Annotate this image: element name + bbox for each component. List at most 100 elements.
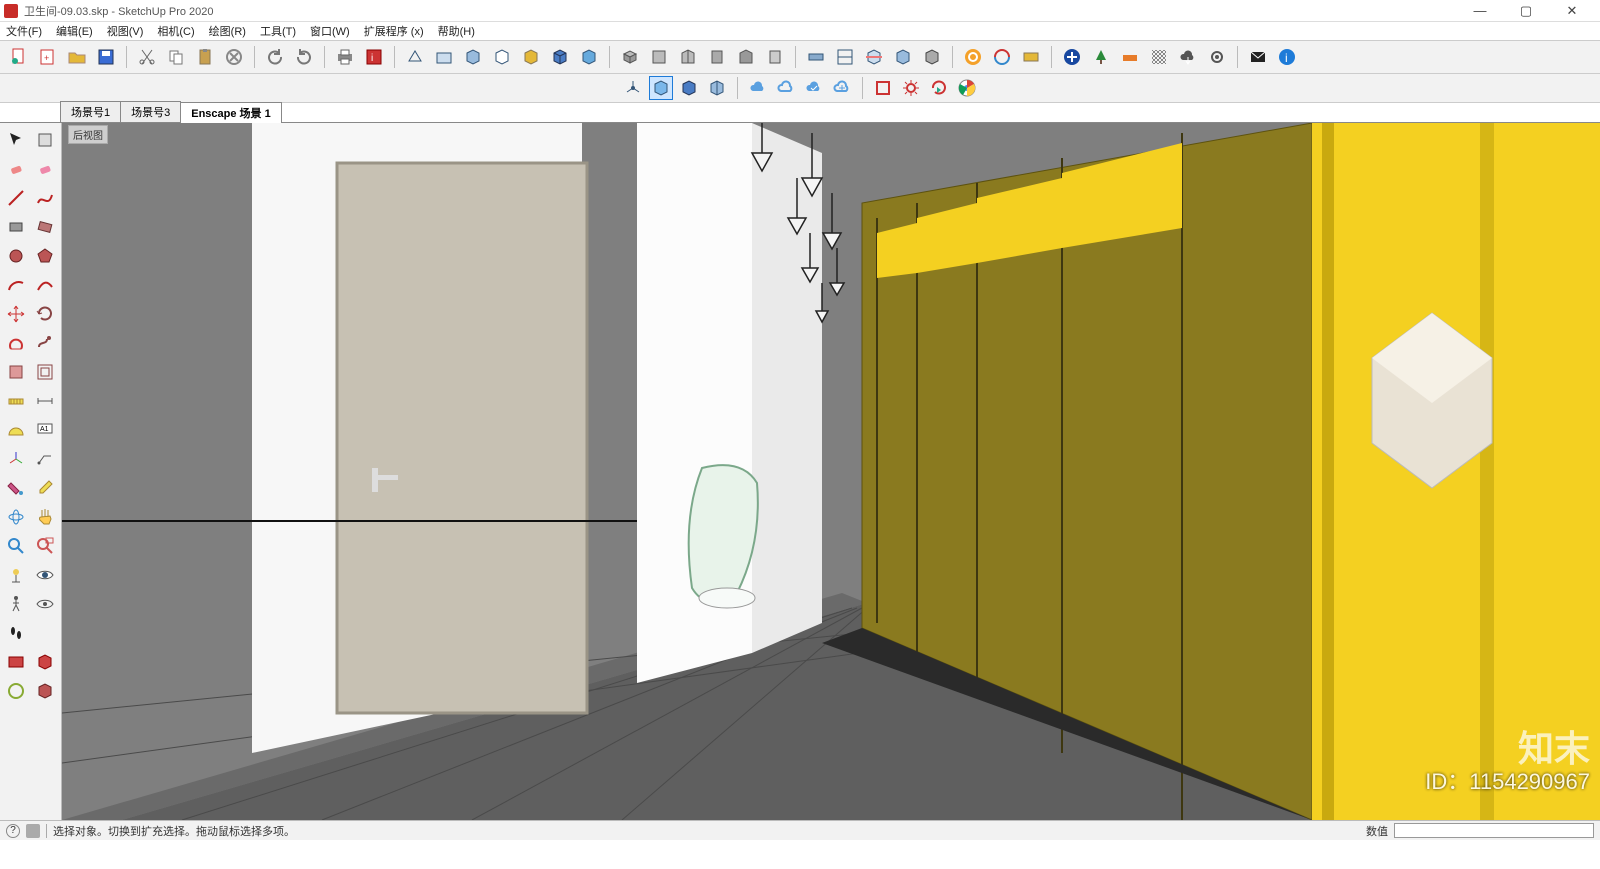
ext-d-icon[interactable] [32,678,58,704]
freehand-icon[interactable] [32,185,58,211]
line-icon[interactable] [3,185,29,211]
tape-icon[interactable] [3,388,29,414]
enscape-start-icon[interactable] [989,44,1015,70]
footprints-icon[interactable] [3,620,29,646]
undo-icon[interactable] [262,44,288,70]
style-hidden-icon[interactable] [431,44,457,70]
followme-icon[interactable] [32,330,58,356]
chrome-icon[interactable] [955,76,979,100]
vray-add-icon[interactable] [1059,44,1085,70]
new-file-icon[interactable] [6,44,32,70]
info-icon[interactable]: i [1274,44,1300,70]
menu-file[interactable]: 文件(F) [6,23,42,39]
enscape-sync-icon[interactable] [960,44,986,70]
eraser-1-icon[interactable] [3,156,29,182]
pan-icon[interactable] [32,504,58,530]
front-icon[interactable] [675,44,701,70]
paste-icon[interactable] [192,44,218,70]
cloud-a-icon[interactable] [746,76,770,100]
section-profile-icon[interactable] [919,44,945,70]
minimize-button[interactable]: — [1466,3,1494,19]
face-front-icon[interactable] [649,76,673,100]
component-icon[interactable] [32,127,58,153]
pushpull-icon[interactable] [3,330,29,356]
eraser-2-icon[interactable] [32,156,58,182]
polygon-icon[interactable] [32,243,58,269]
menu-extensions[interactable]: 扩展程序 (x) [364,23,424,39]
user-icon[interactable] [26,824,40,838]
menu-camera[interactable]: 相机(C) [157,23,194,39]
offset-icon[interactable] [32,359,58,385]
move-icon[interactable] [3,301,29,327]
orbit-icon[interactable] [3,504,29,530]
dimension-icon[interactable] [32,388,58,414]
menu-window[interactable]: 窗口(W) [310,23,350,39]
cloud-c-icon[interactable] [802,76,826,100]
section-display-icon[interactable] [832,44,858,70]
rotate-icon[interactable] [32,301,58,327]
new-template-icon[interactable]: + [35,44,61,70]
rot-rect-icon[interactable] [32,214,58,240]
arc-icon[interactable] [3,272,29,298]
vray-light-icon[interactable] [1117,44,1143,70]
top-icon[interactable] [646,44,672,70]
open-file-icon[interactable] [64,44,90,70]
label-icon[interactable] [32,446,58,472]
text-icon[interactable]: A1 [32,417,58,443]
ext-a-icon[interactable] [3,649,29,675]
cloud-b-icon[interactable] [774,76,798,100]
iso-icon[interactable] [617,44,643,70]
vray-tree-icon[interactable] [1088,44,1114,70]
rect-icon[interactable] [3,214,29,240]
paint-icon[interactable] [3,475,29,501]
axis-style-icon[interactable] [621,76,645,100]
section-cut-icon[interactable] [861,44,887,70]
menu-view[interactable]: 视图(V) [107,23,144,39]
vray-mat-icon[interactable] [1146,44,1172,70]
style-wire-icon[interactable] [402,44,428,70]
left-icon[interactable] [762,44,788,70]
print-icon[interactable] [332,44,358,70]
scene-tab-1[interactable]: 场景号1 [60,101,121,122]
menu-tools[interactable]: 工具(T) [260,23,296,39]
style-xray-icon[interactable] [547,44,573,70]
face-back-icon[interactable] [677,76,701,100]
look-icon[interactable] [32,562,58,588]
axes-icon[interactable] [3,446,29,472]
vray-settings-icon[interactable] [1204,44,1230,70]
scene-tab-3[interactable]: Enscape 场景 1 [180,102,281,123]
bbox-icon[interactable] [871,76,895,100]
vray-cloud-icon[interactable] [1175,44,1201,70]
sample-icon[interactable] [32,475,58,501]
ext-b-icon[interactable] [32,649,58,675]
eye-icon[interactable] [32,591,58,617]
viewport[interactable]: 后视图 [62,123,1600,820]
circle-icon[interactable] [3,243,29,269]
right-icon[interactable] [704,44,730,70]
scene-tab-2[interactable]: 场景号3 [120,101,181,122]
position-camera-icon[interactable] [3,562,29,588]
help-hint-icon[interactable]: ? [6,824,20,838]
zoom-window-icon[interactable] [32,533,58,559]
model-info-icon[interactable]: i [361,44,387,70]
close-button[interactable]: ✕ [1558,3,1586,19]
redo-icon[interactable] [291,44,317,70]
select-icon[interactable] [3,127,29,153]
section-plane-icon[interactable] [803,44,829,70]
style-mono-icon[interactable] [518,44,544,70]
menu-draw[interactable]: 绘图(R) [209,23,246,39]
enscape-live-icon[interactable] [1018,44,1044,70]
cut-icon[interactable] [134,44,160,70]
style-back-icon[interactable] [576,44,602,70]
save-file-icon[interactable] [93,44,119,70]
gear-icon[interactable] [899,76,923,100]
scale-icon[interactable] [3,359,29,385]
walk-icon[interactable] [3,591,29,617]
menu-edit[interactable]: 编辑(E) [56,23,93,39]
protractor-icon[interactable] [3,417,29,443]
zoom-icon[interactable] [3,533,29,559]
maximize-button[interactable]: ▢ [1512,3,1540,19]
section-fill-icon[interactable] [890,44,916,70]
style-shaded-icon[interactable] [460,44,486,70]
back-icon[interactable] [733,44,759,70]
